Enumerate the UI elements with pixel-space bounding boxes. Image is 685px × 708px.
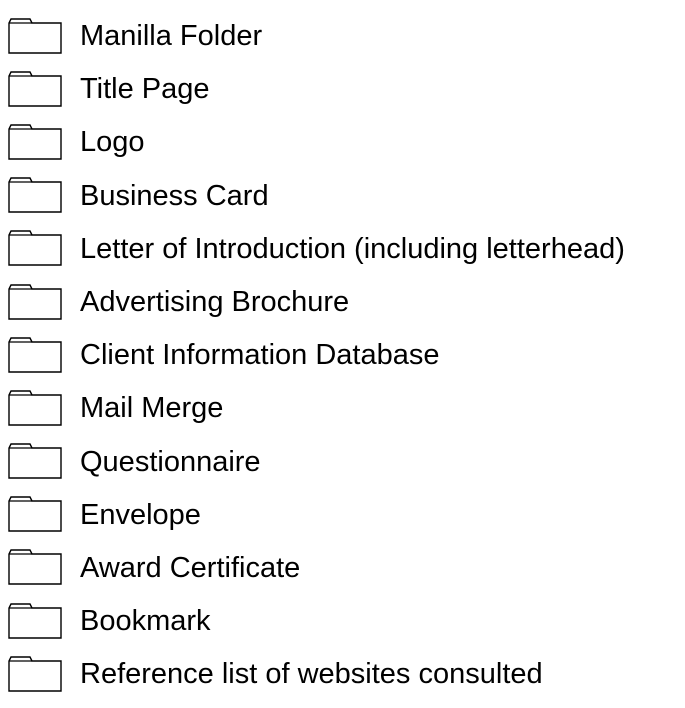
item-label: Logo — [80, 126, 145, 159]
folder-checkbox-icon[interactable] — [8, 175, 62, 213]
folder-checkbox-icon[interactable] — [8, 282, 62, 320]
item-label: Title Page — [80, 73, 210, 106]
folder-checkbox-icon[interactable] — [8, 654, 62, 692]
checklist-item: Manilla Folder — [8, 8, 678, 61]
checklist-item: Logo — [8, 114, 678, 167]
folder-checkbox-icon[interactable] — [8, 335, 62, 373]
checklist-item: Letter of Introduction (including letter… — [8, 221, 678, 274]
checklist-item: Advertising Brochure — [8, 274, 678, 327]
folder-checkbox-icon[interactable] — [8, 122, 62, 160]
checklist-item: Award Certificate — [8, 540, 678, 593]
checklist-item: Reference list of websites consulted — [8, 646, 678, 699]
folder-checkbox-icon[interactable] — [8, 69, 62, 107]
item-label: Questionnaire — [80, 445, 261, 478]
folder-checkbox-icon[interactable] — [8, 601, 62, 639]
checklist-item: Title Page — [8, 61, 678, 114]
folder-checkbox-icon[interactable] — [8, 388, 62, 426]
checklist-item: Questionnaire — [8, 434, 678, 487]
item-label: Manilla Folder — [80, 20, 263, 53]
item-label: Mail Merge — [80, 392, 224, 425]
item-label: Business Card — [80, 179, 269, 212]
item-label: Advertising Brochure — [80, 286, 350, 319]
item-label: Envelope — [80, 498, 201, 531]
item-label: Reference list of websites consulted — [80, 658, 543, 691]
checklist-item: Mail Merge — [8, 380, 678, 433]
checklist: Manilla Folder Title Page Logo Business … — [8, 8, 678, 699]
item-label: Bookmark — [80, 605, 211, 638]
item-label: Award Certificate — [80, 551, 301, 584]
folder-checkbox-icon[interactable] — [8, 228, 62, 267]
item-label: Letter of Introduction (including letter… — [80, 232, 625, 265]
checklist-item: Client Information Database — [8, 327, 678, 380]
folder-checkbox-icon[interactable] — [8, 547, 62, 586]
checklist-item: Bookmark — [8, 593, 678, 646]
item-label: Client Information Database — [80, 339, 440, 372]
checklist-item: Business Card — [8, 168, 678, 221]
folder-checkbox-icon[interactable] — [8, 441, 62, 479]
checklist-item: Envelope — [8, 487, 678, 540]
folder-checkbox-icon[interactable] — [8, 16, 62, 54]
folder-checkbox-icon[interactable] — [8, 494, 62, 532]
